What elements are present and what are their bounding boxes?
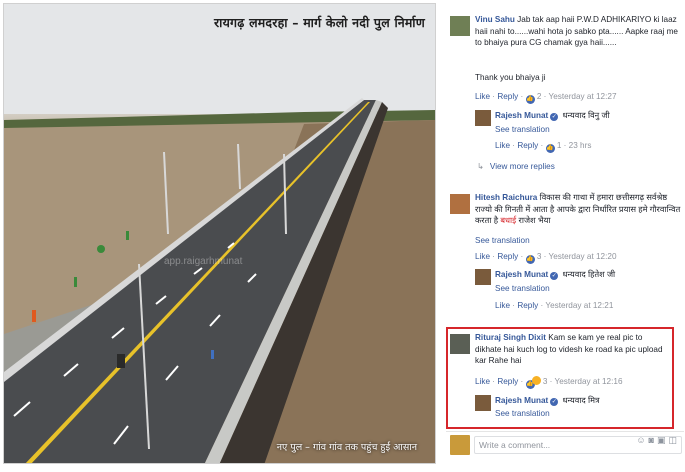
reply-arrow-icon: ↳ xyxy=(477,162,484,171)
avatar[interactable] xyxy=(475,269,491,285)
avatar[interactable] xyxy=(450,16,470,36)
comment-body-line2: Thank you bhaiya ji xyxy=(475,73,546,82)
like-reaction-icon[interactable]: 👍 xyxy=(545,144,555,153)
comment-body-end: राजेश भैया xyxy=(518,216,551,225)
avatar[interactable] xyxy=(475,110,491,126)
verified-icon: ✓ xyxy=(550,272,559,280)
see-translation-link[interactable]: See translation xyxy=(495,284,550,293)
comments-panel: Vinu Sahu Jab tak aap haii P.W.D ADHIKAR… xyxy=(444,0,685,472)
reply-link[interactable]: Reply xyxy=(517,301,538,310)
reply-body: धन्यवाद विनु जी xyxy=(562,111,610,120)
reaction-count[interactable]: 2 xyxy=(537,92,542,101)
write-comment-bar: Write a comment... ☺◙▣◫ xyxy=(446,431,684,457)
comment-text: Rituraj Singh Dixit Kam se kam ye real p… xyxy=(475,332,671,367)
see-translation-link[interactable]: See translation xyxy=(495,409,550,418)
comment-author[interactable]: Rituraj Singh Dixit xyxy=(475,333,546,342)
photo-caption: नए पुल – गांव गांव तक पहुंच हुई आसान xyxy=(276,442,417,453)
like-link[interactable]: Like xyxy=(495,301,510,310)
comment-text: Vinu Sahu Jab tak aap haii P.W.D ADHIKAR… xyxy=(475,14,681,49)
reply-link[interactable]: Reply xyxy=(497,377,518,386)
like-reaction-icon[interactable]: 👍 xyxy=(525,255,535,264)
gif-icon[interactable]: ▣ xyxy=(657,435,669,445)
like-reaction-icon[interactable]: 👍 xyxy=(525,95,535,104)
reply-body: धन्यवाद मित्र xyxy=(562,396,600,405)
comment-time[interactable]: Yesterday at 12:16 xyxy=(555,377,623,386)
reply-author[interactable]: Rajesh Munat xyxy=(495,111,548,120)
bridge-photo: रायगढ़ लमदरहा – मार्ग केलो नदी पुल निर्म… xyxy=(3,3,436,464)
comment-actions: Like · Reply · 👍 3 · Yesterday at 12:20 xyxy=(475,252,617,264)
emoji-icon[interactable]: ☺ xyxy=(636,435,648,445)
verified-icon: ✓ xyxy=(550,398,559,406)
reply-author[interactable]: Rajesh Munat xyxy=(495,396,548,405)
photo-watermark: app.raigarhmunat xyxy=(164,256,243,267)
avatar[interactable] xyxy=(450,194,470,214)
reply-text: Rajesh Munat ✓ धन्यवाद हितेश जी xyxy=(495,269,681,281)
avatar[interactable] xyxy=(450,334,470,354)
avatar[interactable] xyxy=(475,395,491,411)
reply-text: Rajesh Munat ✓ धन्यवाद विनु जी xyxy=(495,110,681,122)
like-link[interactable]: Like xyxy=(475,377,490,386)
comment-author[interactable]: Hitesh Raichura xyxy=(475,193,537,202)
reply-link[interactable]: Reply xyxy=(497,252,518,261)
reply-text: Rajesh Munat ✓ धन्यवाद मित्र xyxy=(495,395,671,407)
comment-time[interactable]: Yesterday at 12:20 xyxy=(549,252,617,261)
comment-input-icons: ☺◙▣◫ xyxy=(636,435,680,446)
view-more-replies-link[interactable]: ↳ View more replies xyxy=(477,161,555,171)
reply-author[interactable]: Rajesh Munat xyxy=(495,270,548,279)
reply-actions: Like · Reply · 👍 1 · 23 hrs xyxy=(495,141,592,153)
comment-text: Hitesh Raichura विकास की गाथा में हमारा … xyxy=(475,192,681,227)
bridge-illustration xyxy=(4,4,435,463)
reaction-count[interactable]: 1 xyxy=(557,141,562,150)
reply-link[interactable]: Reply xyxy=(497,92,518,101)
reply-body: धन्यवाद हितेश जी xyxy=(562,270,616,279)
like-link[interactable]: Like xyxy=(475,92,490,101)
comment-actions: Like · Reply · 👍 2 · Yesterday at 12:27 xyxy=(475,92,617,104)
current-user-avatar[interactable] xyxy=(450,435,470,455)
like-link[interactable]: Like xyxy=(495,141,510,150)
haha-reaction-icon[interactable] xyxy=(531,376,541,385)
comment-author[interactable]: Vinu Sahu xyxy=(475,15,515,24)
verified-icon: ✓ xyxy=(550,113,559,121)
sticker-icon[interactable]: ◫ xyxy=(668,435,680,445)
reply-time[interactable]: 23 hrs xyxy=(569,141,592,150)
see-translation-link[interactable]: See translation xyxy=(495,125,550,134)
comment-time[interactable]: Yesterday at 12:27 xyxy=(549,92,617,101)
view-more-label[interactable]: View more replies xyxy=(490,162,555,171)
photo-title: रायगढ़ लमदरहा – मार्ग केलो नदी पुल निर्म… xyxy=(214,15,425,30)
reaction-count[interactable]: 3 xyxy=(543,377,548,386)
see-translation-link[interactable]: See translation xyxy=(475,236,530,245)
reply-time[interactable]: Yesterday at 12:21 xyxy=(545,301,613,310)
like-link[interactable]: Like xyxy=(475,252,490,261)
reply-actions: Like · Reply · Yesterday at 12:21 xyxy=(495,301,614,310)
reply-link[interactable]: Reply xyxy=(517,141,538,150)
camera-icon[interactable]: ◙ xyxy=(649,435,657,445)
comment-body-highlight[interactable]: बधाई xyxy=(500,216,516,225)
reaction-count[interactable]: 3 xyxy=(537,252,542,261)
comment-actions: Like · Reply · 👍 3 · Yesterday at 12:16 xyxy=(475,376,623,389)
